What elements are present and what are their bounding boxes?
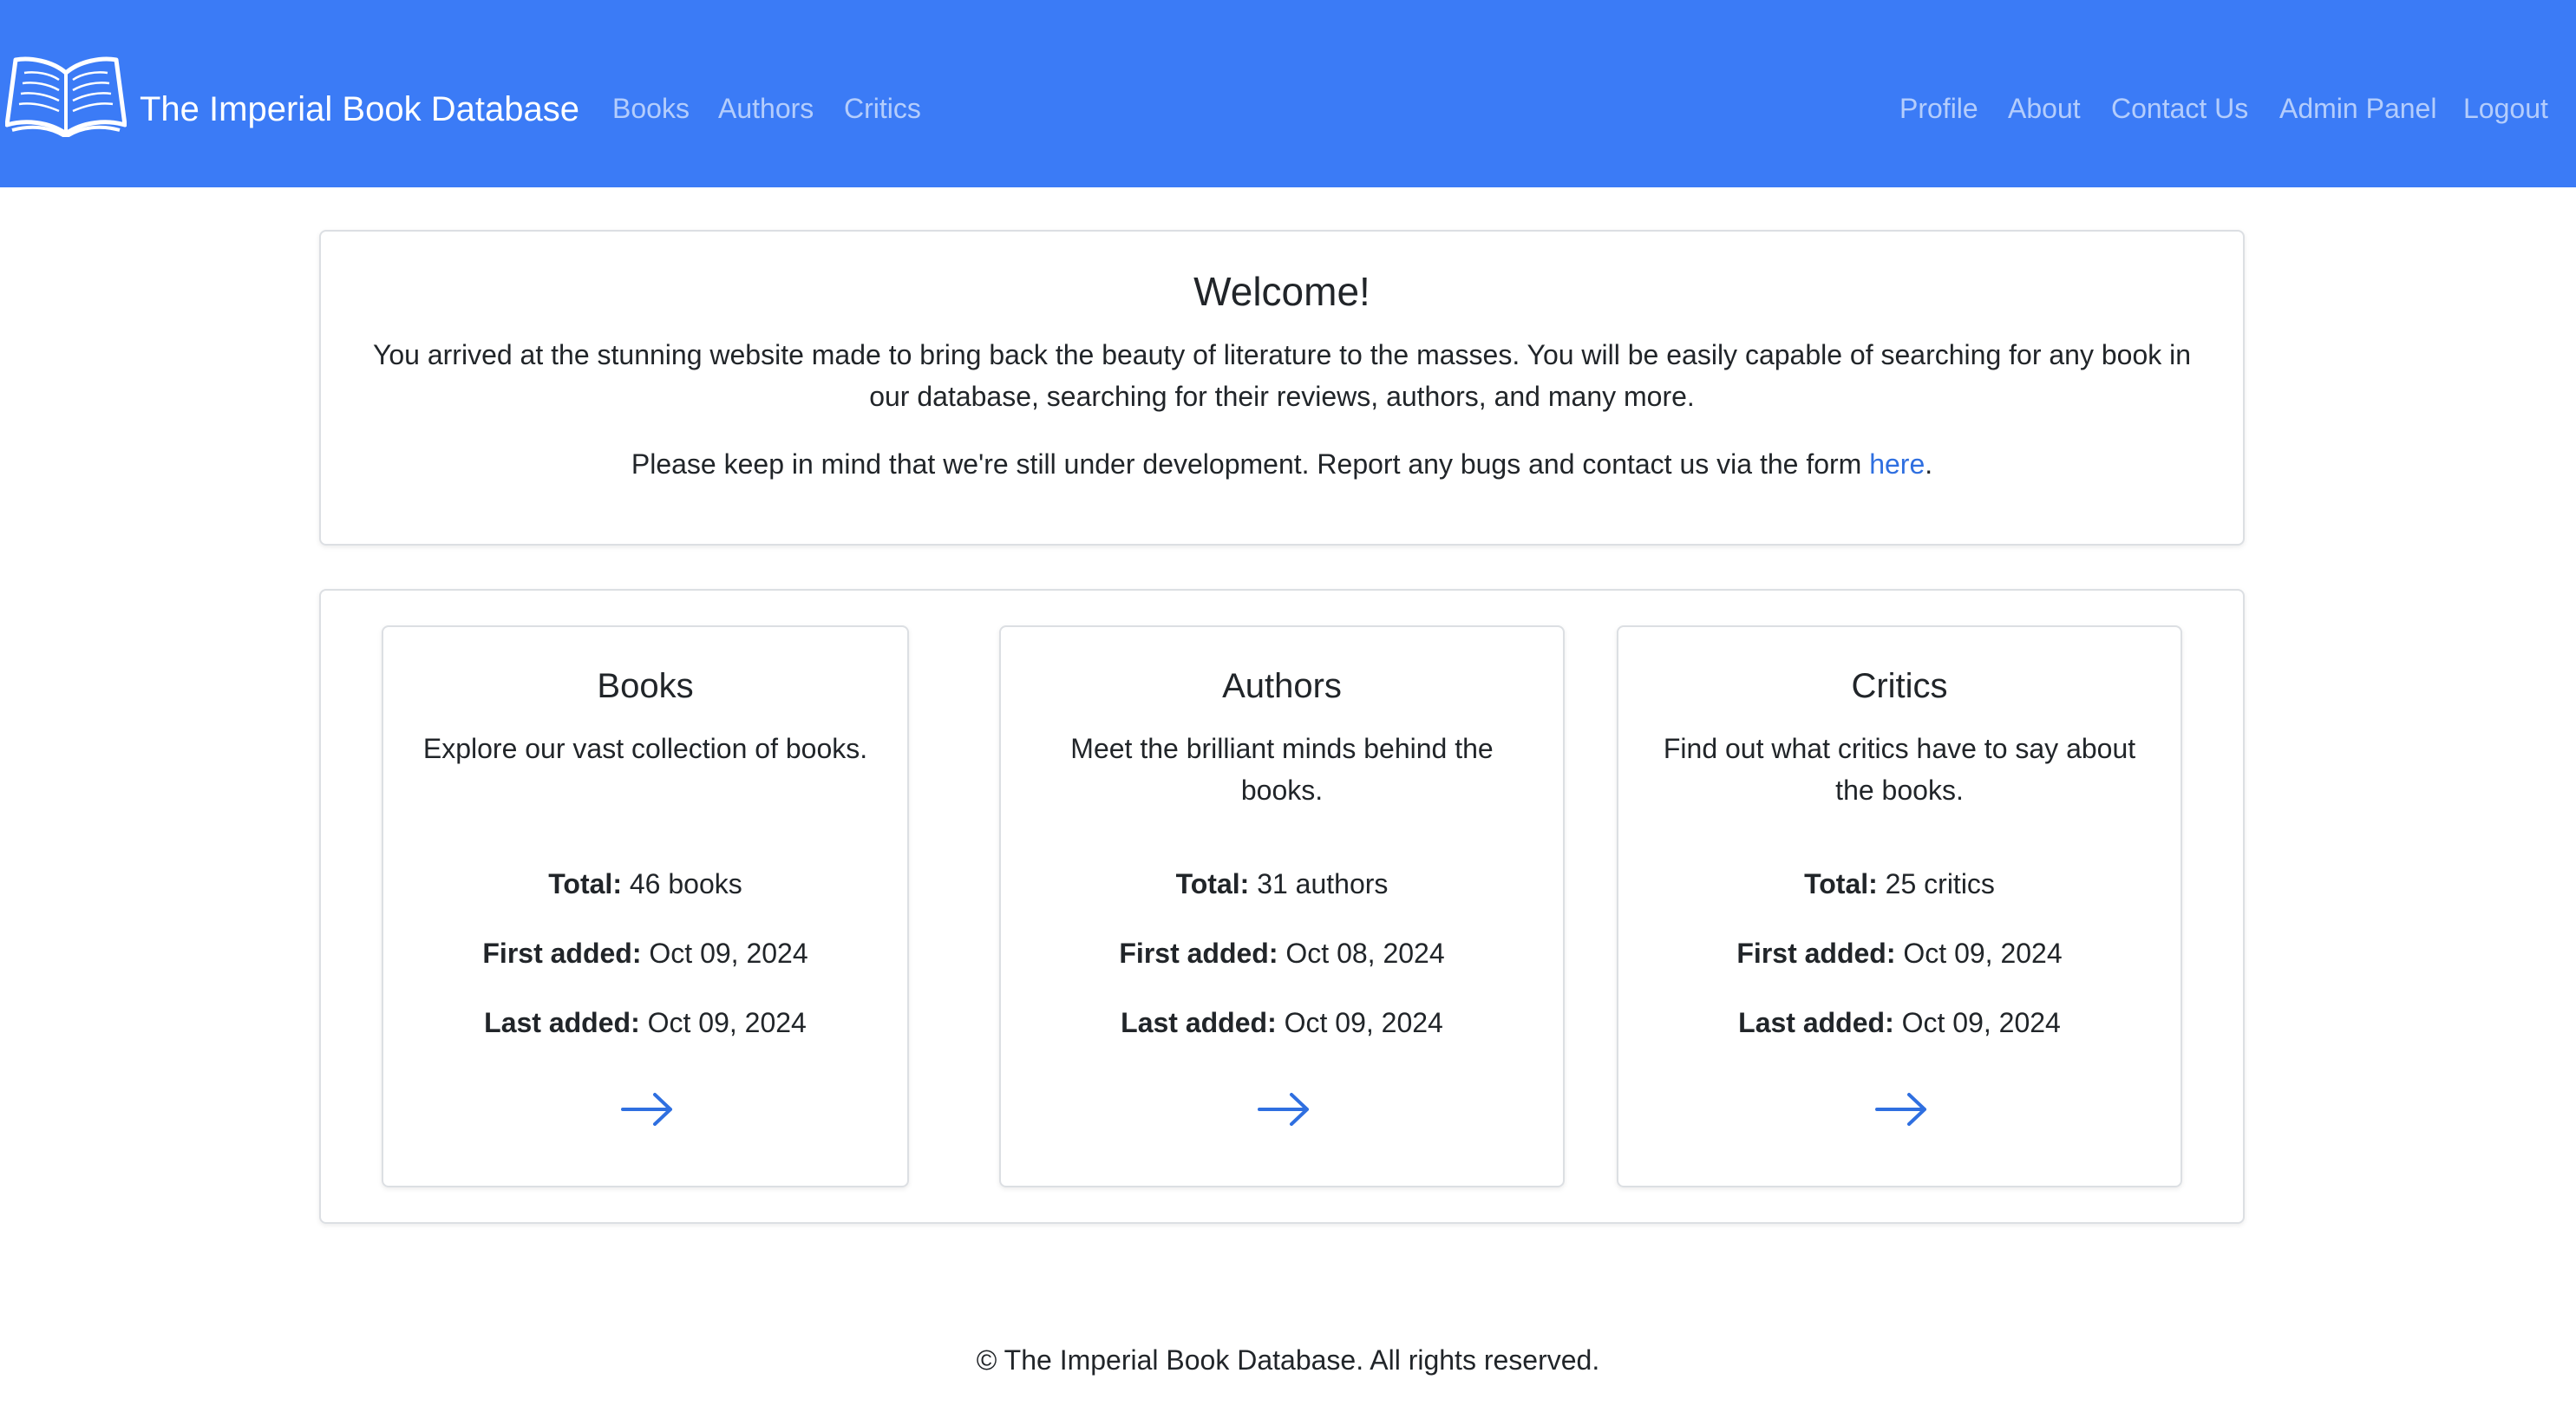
arrow-right-icon[interactable]: [620, 1092, 674, 1127]
stat-card-authors: Authors Meet the brilliant minds behind …: [999, 625, 1565, 1187]
stat-title: Authors: [1222, 667, 1342, 705]
stat-title: Books: [597, 667, 694, 705]
welcome-card: Welcome! You arrived at the stunning web…: [319, 230, 2245, 546]
welcome-title: Welcome!: [1193, 269, 1370, 314]
nav-link-contact-us[interactable]: Contact Us: [2111, 93, 2248, 125]
nav-link-about[interactable]: About: [2008, 93, 2081, 125]
stat-last-added: Last added: Oct 09, 2024: [383, 1007, 907, 1039]
stat-total-value: 25 critics: [1885, 868, 1995, 899]
stat-first-value: Oct 09, 2024: [649, 938, 808, 969]
stat-total-label: Total:: [1175, 868, 1250, 899]
stat-description: Find out what critics have to say about …: [1663, 733, 2136, 806]
stat-card-critics: Critics Find out what critics have to sa…: [1617, 625, 2182, 1187]
stat-total: Total: 31 authors: [1001, 868, 1563, 900]
stat-first-value: Oct 08, 2024: [1285, 938, 1445, 969]
navbar: The Imperial Book Database Books Authors…: [0, 0, 2576, 187]
stat-first-added: First added: Oct 09, 2024: [1618, 938, 2180, 970]
stat-last-value: Oct 09, 2024: [1901, 1007, 2061, 1038]
stat-total-value: 46 books: [629, 868, 742, 899]
nav-link-admin-panel[interactable]: Admin Panel: [2279, 93, 2436, 125]
nav-link-authors[interactable]: Authors: [718, 93, 814, 125]
nav-link-profile[interactable]: Profile: [1899, 93, 1978, 125]
open-book-icon: [5, 56, 127, 137]
stat-first-label: First added:: [482, 938, 642, 969]
brand[interactable]: [5, 50, 127, 137]
stat-description: Meet the brilliant minds behind the book…: [1070, 733, 1494, 806]
stat-total-label: Total:: [1804, 868, 1878, 899]
brand-name[interactable]: The Imperial Book Database: [140, 90, 579, 129]
stat-last-added: Last added: Oct 09, 2024: [1001, 1007, 1563, 1039]
stat-title: Critics: [1851, 667, 1948, 705]
contact-form-link[interactable]: here: [1869, 448, 1925, 480]
stat-first-label: First added:: [1119, 938, 1278, 969]
stat-first-value: Oct 09, 2024: [1903, 938, 2063, 969]
stat-card-books: Books Explore our vast collection of boo…: [382, 625, 909, 1187]
footer-copyright: © The Imperial Book Database. All rights…: [976, 1344, 1600, 1376]
arrow-right-icon[interactable]: [1874, 1092, 1928, 1127]
stat-last-added: Last added: Oct 09, 2024: [1618, 1007, 2180, 1039]
dev-notice-text: Please keep in mind that we're still und…: [631, 448, 1870, 480]
stat-last-label: Last added:: [1738, 1007, 1894, 1038]
welcome-dev-notice: Please keep in mind that we're still und…: [364, 443, 2200, 485]
stat-total: Total: 46 books: [383, 868, 907, 900]
stat-description: Explore our vast collection of books.: [422, 733, 868, 764]
stat-first-label: First added:: [1736, 938, 1896, 969]
stat-last-label: Last added:: [484, 1007, 640, 1038]
stat-total-value: 31 authors: [1257, 868, 1389, 899]
nav-link-logout[interactable]: Logout: [2463, 93, 2548, 125]
welcome-intro-text: You arrived at the stunning website made…: [372, 339, 2192, 412]
stat-first-added: First added: Oct 09, 2024: [383, 938, 907, 970]
arrow-right-icon[interactable]: [1257, 1092, 1311, 1127]
stat-last-value: Oct 09, 2024: [647, 1007, 807, 1038]
stat-total-label: Total:: [548, 868, 622, 899]
nav-link-critics[interactable]: Critics: [844, 93, 921, 125]
stat-last-value: Oct 09, 2024: [1284, 1007, 1443, 1038]
dev-notice-suffix: .: [1925, 448, 1933, 480]
stat-first-added: First added: Oct 08, 2024: [1001, 938, 1563, 970]
stat-last-label: Last added:: [1121, 1007, 1277, 1038]
nav-link-books[interactable]: Books: [612, 93, 690, 125]
stat-total: Total: 25 critics: [1618, 868, 2180, 900]
